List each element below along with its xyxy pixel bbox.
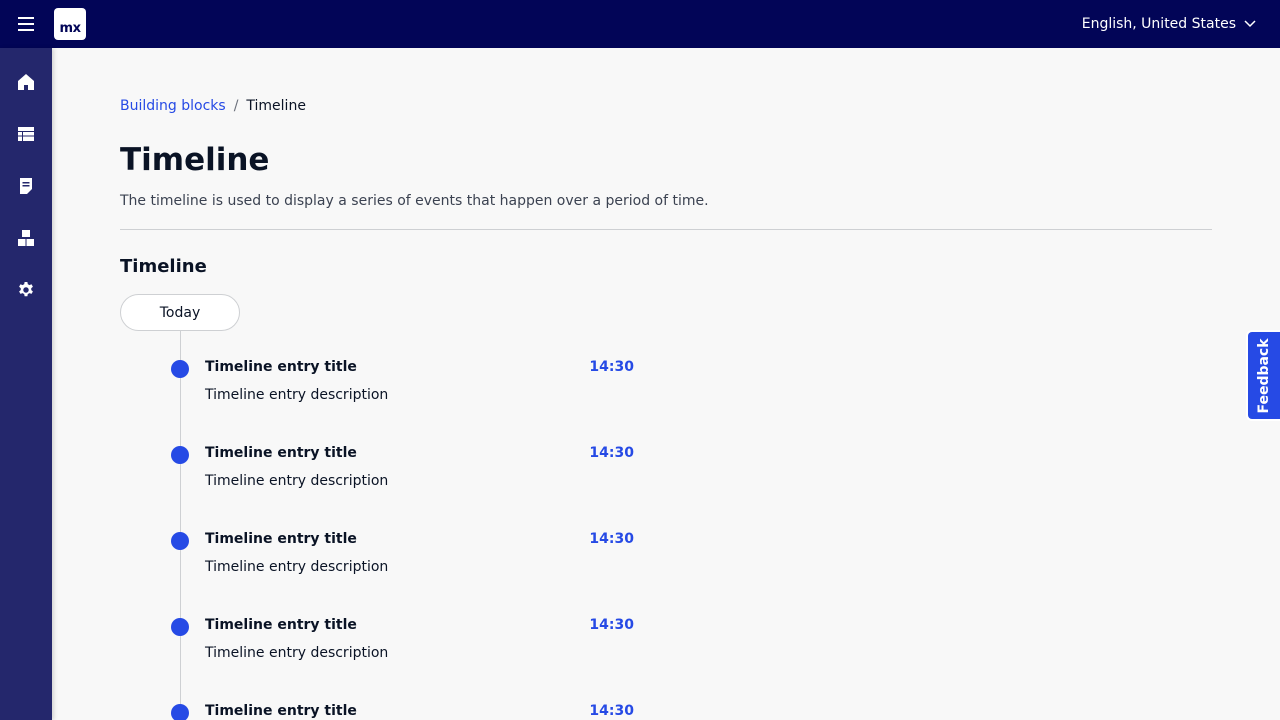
timeline-group-label: Today xyxy=(159,304,201,321)
timeline-dot xyxy=(171,618,189,636)
sidebar-item-building-blocks[interactable] xyxy=(0,218,52,258)
sidebar xyxy=(0,48,52,720)
timeline-entry: Timeline entry title Timeline entry desc… xyxy=(171,442,641,502)
timeline-entry: Timeline entry title Timeline entry desc… xyxy=(171,614,641,674)
divider xyxy=(120,229,1212,230)
sidebar-item-settings[interactable] xyxy=(0,270,52,310)
timeline-entry-time: 14:30 xyxy=(589,445,634,461)
breadcrumb-current: Timeline xyxy=(246,98,306,114)
timeline-entry-title: Timeline entry title xyxy=(205,531,357,547)
timeline-entry-time: 14:30 xyxy=(589,617,634,633)
timeline-entry-title: Timeline entry title xyxy=(205,445,357,461)
timeline-entry: Timeline entry title Timeline entry desc… xyxy=(171,528,641,588)
blocks-icon xyxy=(18,230,34,246)
chevron-down-icon xyxy=(1244,20,1256,28)
section-title: Timeline xyxy=(120,256,207,277)
timeline-dot xyxy=(171,360,189,378)
timeline-entry: Timeline entry title Timeline entry desc… xyxy=(171,356,641,416)
gear-icon xyxy=(19,282,33,297)
timeline-entry-title: Timeline entry title xyxy=(205,617,357,633)
timeline-dot xyxy=(171,446,189,464)
document-icon xyxy=(20,178,32,194)
hamburger-icon xyxy=(18,17,34,31)
timeline-entry-title: Timeline entry title xyxy=(205,359,357,375)
timeline-group-header: Today xyxy=(120,294,240,331)
timeline-entry-description: Timeline entry description xyxy=(205,645,389,661)
timeline-entry-description: Timeline entry description xyxy=(205,387,389,403)
top-bar: mx English, United States xyxy=(0,0,1280,48)
timeline-entry-description: Timeline entry description xyxy=(205,473,389,489)
timeline-entry-time: 14:30 xyxy=(589,703,634,719)
timeline-entry-title: Timeline entry title xyxy=(205,703,357,719)
breadcrumb-link-building-blocks[interactable]: Building blocks xyxy=(120,98,226,114)
feedback-label: Feedback xyxy=(1256,337,1272,414)
breadcrumb: Building blocks / Timeline xyxy=(120,98,306,114)
sidebar-item-tables[interactable] xyxy=(0,114,52,154)
page-title: Timeline xyxy=(120,142,270,178)
menu-toggle-button[interactable] xyxy=(0,0,52,48)
page-description: The timeline is used to display a series… xyxy=(120,193,709,209)
logo-text: mx xyxy=(59,21,81,36)
timeline-entry: Timeline entry title 14:30 xyxy=(171,700,641,720)
sidebar-item-documents[interactable] xyxy=(0,166,52,206)
language-label: English, United States xyxy=(1081,16,1236,32)
timeline-dot xyxy=(171,532,189,550)
language-selector[interactable]: English, United States xyxy=(1082,0,1256,48)
timeline-entry-description: Timeline entry description xyxy=(205,559,389,575)
app-logo[interactable]: mx xyxy=(54,8,86,40)
timeline-entry-time: 14:30 xyxy=(589,531,634,547)
breadcrumb-separator: / xyxy=(233,98,239,114)
timeline-dot xyxy=(171,704,189,720)
sidebar-item-home[interactable] xyxy=(0,62,52,102)
home-icon xyxy=(18,74,34,90)
feedback-button[interactable]: Feedback xyxy=(1248,332,1280,419)
table-icon xyxy=(18,127,34,141)
timeline-entry-time: 14:30 xyxy=(589,359,634,375)
